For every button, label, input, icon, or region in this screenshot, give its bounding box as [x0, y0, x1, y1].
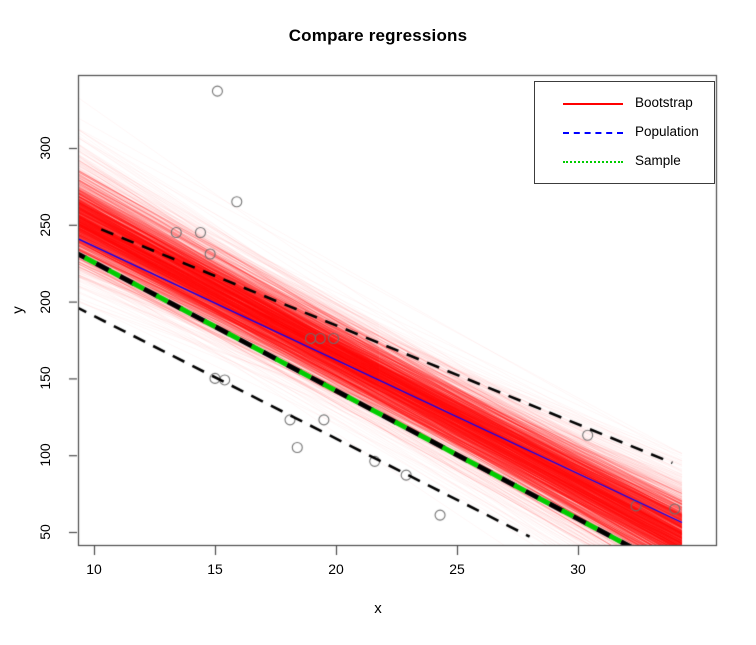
legend-key-dashed-icon	[563, 132, 623, 134]
legend-label: Sample	[635, 153, 681, 168]
legend-item-population: Population	[535, 119, 716, 147]
y-tick-50: 50	[37, 524, 53, 540]
legend: Bootstrap Population Sample	[534, 81, 715, 184]
y-tick-300: 300	[37, 136, 53, 160]
x-tick-10: 10	[86, 561, 102, 577]
x-tick-30: 30	[570, 561, 586, 577]
x-tick-20: 20	[328, 561, 344, 577]
y-axis-label: y	[9, 306, 27, 314]
x-tick-25: 25	[449, 561, 465, 577]
y-tick-100: 100	[37, 443, 53, 467]
y-tick-250: 250	[37, 213, 53, 237]
regression-plot-figure: Compare regressions x y 1015202530 50100…	[0, 0, 756, 645]
legend-label: Population	[635, 124, 699, 139]
legend-item-sample: Sample	[535, 148, 716, 176]
legend-key-dotted-icon	[563, 161, 623, 163]
legend-key-solid-icon	[563, 103, 623, 105]
x-axis-label: x	[374, 600, 382, 617]
legend-item-bootstrap: Bootstrap	[535, 90, 716, 118]
legend-label: Bootstrap	[635, 95, 693, 110]
y-tick-200: 200	[37, 289, 53, 314]
y-tick-150: 150	[37, 366, 53, 391]
x-tick-15: 15	[207, 561, 223, 577]
